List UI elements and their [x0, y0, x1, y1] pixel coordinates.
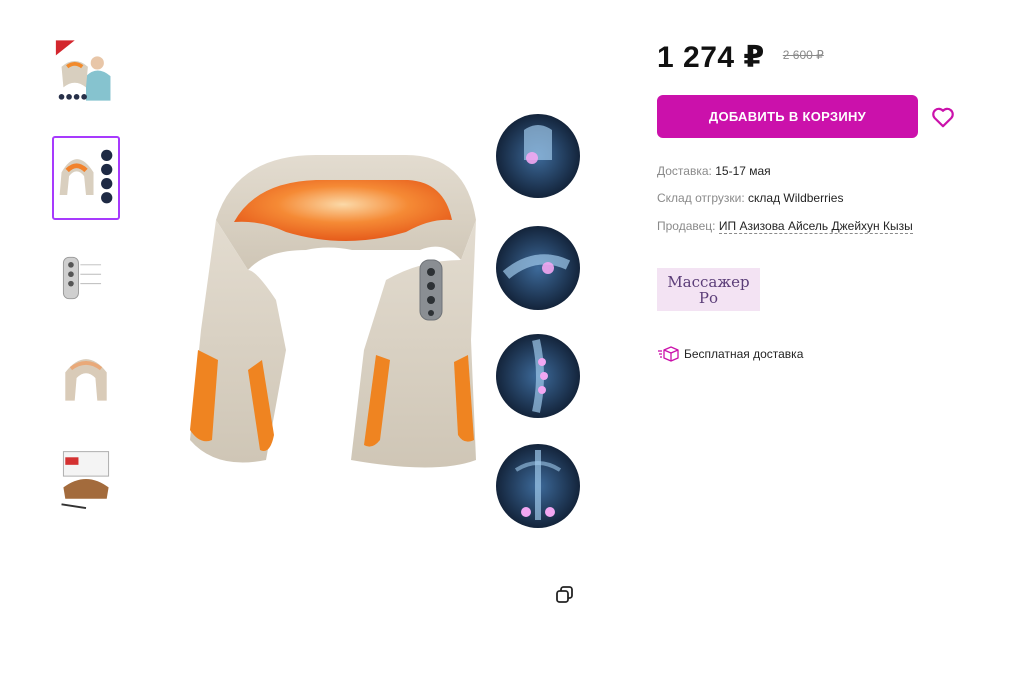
thumbnail-4[interactable]	[52, 336, 120, 420]
delivery-value: 15-17 мая	[715, 164, 771, 178]
brand-name: Массажер Ро	[667, 274, 749, 306]
box-icon	[658, 346, 679, 362]
warehouse-value: склад Wildberries	[748, 191, 844, 205]
delivery-info: Доставка: 15-17 мая	[657, 164, 771, 178]
warehouse-info: Склад отгрузки: склад Wildberries	[657, 191, 843, 205]
price-block: 1 274 ₽ 2 600 ₽	[657, 40, 824, 75]
seller-info: Продавец: ИП Азизова Айсель Джейхун Кызы	[657, 219, 913, 234]
massager-in-box-image	[54, 438, 118, 518]
thumbnail-1[interactable]	[52, 36, 120, 120]
add-to-cart-button[interactable]: ДОБАВИТЬ В КОРЗИНУ	[657, 95, 918, 138]
massager-control-panel-image	[54, 238, 118, 318]
delivery-label: Доставка:	[657, 164, 712, 178]
seller-label: Продавец:	[657, 219, 716, 233]
massager-on-woman-image	[54, 38, 118, 118]
thumbnail-5[interactable]	[52, 436, 120, 520]
heart-icon[interactable]	[930, 104, 956, 130]
thumbnail-3[interactable]	[52, 236, 120, 320]
thumbnail-2[interactable]	[52, 136, 120, 220]
free-delivery-label: Бесплатная доставка	[684, 347, 804, 361]
brand-line-2: Ро	[698, 288, 719, 307]
main-product-image[interactable]	[176, 100, 600, 540]
old-price: 2 600 ₽	[782, 48, 824, 62]
neck-massager-image	[190, 114, 580, 528]
massager-with-body-parts-image	[54, 138, 118, 218]
massager-front-image	[54, 338, 118, 418]
warehouse-label: Склад отгрузки:	[657, 191, 745, 205]
brand-line-1: Массажер	[667, 272, 750, 291]
free-delivery-info: Бесплатная доставка	[657, 346, 803, 362]
seller-link[interactable]: ИП Азизова Айсель Джейхун Кызы	[718, 219, 913, 234]
brand-badge[interactable]: Массажер Ро	[657, 268, 760, 311]
expand-icon[interactable]	[553, 583, 577, 607]
current-price: 1 274 ₽	[657, 41, 765, 74]
